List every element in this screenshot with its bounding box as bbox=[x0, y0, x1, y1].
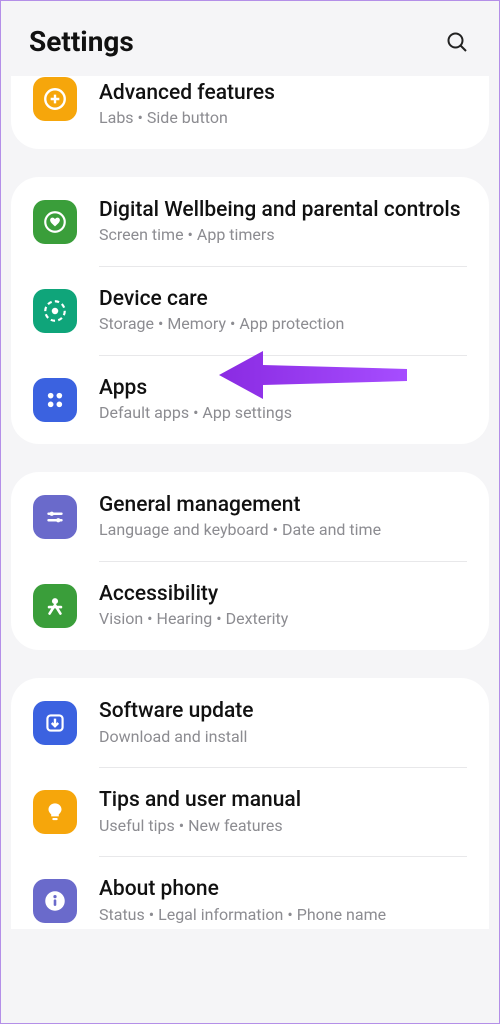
row-subtitle: Default apps • App settings bbox=[99, 403, 467, 424]
row-title: Tips and user manual bbox=[99, 787, 467, 813]
settings-group: General management Language and keyboard… bbox=[11, 472, 489, 650]
settings-group: Software update Download and install Tip… bbox=[11, 678, 489, 929]
settings-row-software-update[interactable]: Software update Download and install bbox=[11, 678, 489, 767]
search-icon bbox=[445, 30, 469, 54]
row-title: Device care bbox=[99, 286, 467, 312]
row-subtitle: Status • Legal information • Phone name bbox=[99, 905, 467, 926]
row-title: Apps bbox=[99, 375, 467, 401]
row-title: About phone bbox=[99, 876, 467, 902]
row-text: Device care Storage • Memory • App prote… bbox=[99, 286, 467, 335]
settings-list: Advanced features Labs • Side button Dig… bbox=[1, 76, 499, 929]
row-title: Digital Wellbeing and parental controls bbox=[99, 197, 467, 223]
settings-group: Advanced features Labs • Side button bbox=[11, 76, 489, 149]
settings-row-general-management[interactable]: General management Language and keyboard… bbox=[11, 472, 489, 561]
settings-row-about-phone[interactable]: About phone Status • Legal information •… bbox=[11, 856, 489, 929]
settings-row-device-care[interactable]: Device care Storage • Memory • App prote… bbox=[11, 266, 489, 355]
settings-group: Digital Wellbeing and parental controls … bbox=[11, 177, 489, 444]
row-text: Digital Wellbeing and parental controls … bbox=[99, 197, 467, 246]
row-text: Advanced features Labs • Side button bbox=[99, 80, 467, 129]
settings-row-apps[interactable]: Apps Default apps • App settings bbox=[11, 355, 489, 444]
gauge-icon bbox=[33, 289, 77, 333]
row-subtitle: Vision • Hearing • Dexterity bbox=[99, 609, 467, 630]
row-text: Tips and user manual Useful tips • New f… bbox=[99, 787, 467, 836]
bulb-icon bbox=[33, 790, 77, 834]
row-title: Advanced features bbox=[99, 80, 467, 106]
row-subtitle: Screen time • App timers bbox=[99, 225, 467, 246]
row-subtitle: Download and install bbox=[99, 727, 467, 748]
row-text: About phone Status • Legal information •… bbox=[99, 876, 467, 925]
apps-grid-icon bbox=[33, 378, 77, 422]
page-title: Settings bbox=[29, 25, 134, 58]
person-icon bbox=[33, 584, 77, 628]
settings-row-accessibility[interactable]: Accessibility Vision • Hearing • Dexteri… bbox=[11, 561, 489, 650]
row-text: Software update Download and install bbox=[99, 698, 467, 747]
plus-circle-icon bbox=[33, 77, 77, 121]
settings-row-tips[interactable]: Tips and user manual Useful tips • New f… bbox=[11, 767, 489, 856]
header: Settings bbox=[1, 1, 499, 76]
download-icon bbox=[33, 701, 77, 745]
sliders-icon bbox=[33, 495, 77, 539]
row-title: General management bbox=[99, 492, 467, 518]
row-text: General management Language and keyboard… bbox=[99, 492, 467, 541]
row-title: Accessibility bbox=[99, 581, 467, 607]
heart-circle-icon bbox=[33, 200, 77, 244]
row-subtitle: Storage • Memory • App protection bbox=[99, 314, 467, 335]
row-subtitle: Labs • Side button bbox=[99, 108, 467, 129]
row-title: Software update bbox=[99, 698, 467, 724]
row-subtitle: Language and keyboard • Date and time bbox=[99, 520, 467, 541]
settings-row-digital-wellbeing[interactable]: Digital Wellbeing and parental controls … bbox=[11, 177, 489, 266]
info-icon bbox=[33, 879, 77, 923]
settings-row-advanced-features[interactable]: Advanced features Labs • Side button bbox=[11, 76, 489, 149]
row-text: Apps Default apps • App settings bbox=[99, 375, 467, 424]
row-text: Accessibility Vision • Hearing • Dexteri… bbox=[99, 581, 467, 630]
row-subtitle: Useful tips • New features bbox=[99, 816, 467, 837]
search-button[interactable] bbox=[443, 28, 471, 56]
